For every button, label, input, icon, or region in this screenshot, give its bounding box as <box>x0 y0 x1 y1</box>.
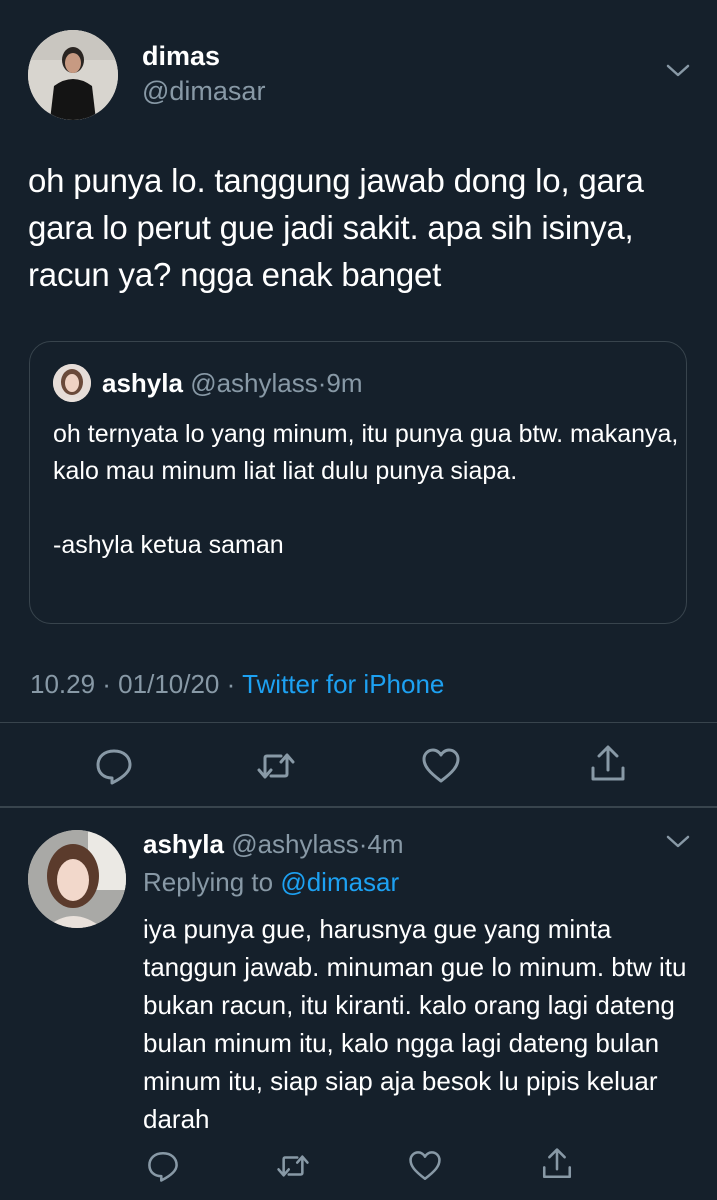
chevron-down-icon[interactable] <box>665 63 691 79</box>
replying-to-label: Replying to <box>143 867 274 897</box>
divider <box>0 806 717 808</box>
author-handle[interactable]: @dimasar <box>142 75 265 107</box>
tweet-timestamp[interactable]: 10.29 · 01/10/20 <box>30 669 219 699</box>
reply-header: ashyla @ashylass·4m <box>143 828 404 860</box>
heart-icon[interactable] <box>408 1149 442 1183</box>
author-avatar[interactable] <box>28 30 118 120</box>
comment-icon[interactable] <box>94 746 134 786</box>
quoted-author-avatar <box>53 364 91 402</box>
quoted-tweet-header: ashyla @ashylass·9m <box>102 367 363 399</box>
quoted-tweet-text: oh ternyata lo yang minum, itu punya gua… <box>53 420 679 559</box>
reply-text: iya punya gue, harusnya gue yang minta t… <box>143 914 687 1134</box>
reply-author-avatar[interactable] <box>28 830 126 928</box>
replying-to-handle[interactable]: @dimasar <box>280 867 399 897</box>
author-name[interactable]: dimas <box>142 40 220 72</box>
divider <box>0 722 717 723</box>
reply-time: 4m <box>367 829 404 859</box>
tweet-meta: 10.29 · 01/10/20 · Twitter for iPhone <box>30 667 444 701</box>
separator-dot: · <box>226 669 236 699</box>
comment-icon[interactable] <box>146 1149 180 1183</box>
share-icon[interactable] <box>588 744 628 784</box>
retweet-icon[interactable] <box>276 1149 310 1183</box>
reply-author-handle[interactable]: @ashylass <box>231 829 359 859</box>
quoted-author-handle: @ashylass <box>190 368 318 398</box>
replying-to: Replying to @dimasar <box>143 866 399 898</box>
retweet-icon[interactable] <box>256 746 296 786</box>
share-icon[interactable] <box>540 1147 574 1181</box>
heart-icon[interactable] <box>421 746 461 786</box>
quoted-tweet-time: 9m <box>326 368 363 398</box>
tweet-text: oh punya lo. tanggung jawab dong lo, gar… <box>28 162 644 293</box>
tweet-source-link[interactable]: Twitter for iPhone <box>242 669 444 699</box>
reply-author-name[interactable]: ashyla <box>143 829 224 859</box>
quoted-author-name: ashyla <box>102 368 183 398</box>
chevron-down-icon[interactable] <box>665 834 691 850</box>
